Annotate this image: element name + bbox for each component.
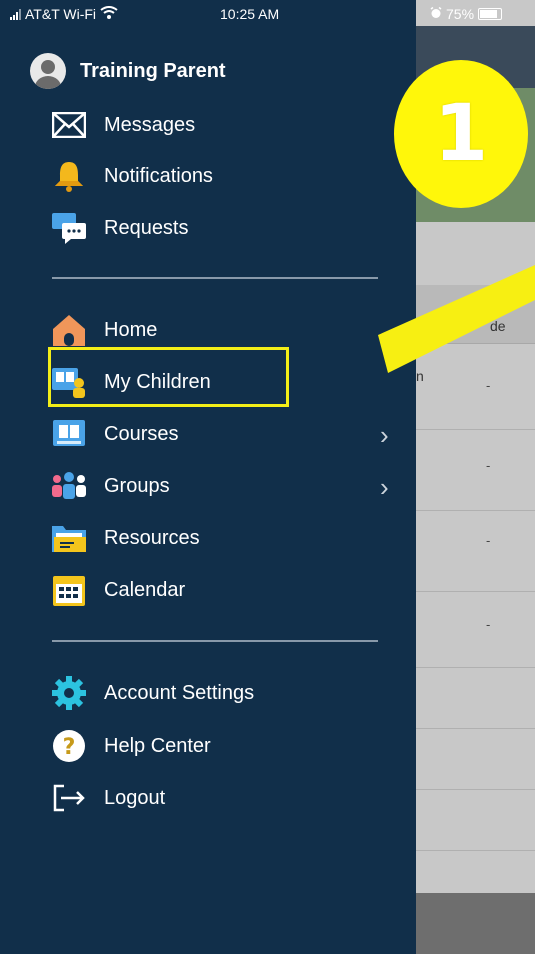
menu-item-label: Calendar <box>104 578 186 601</box>
menu-item-notifications[interactable]: Notifications <box>50 156 213 196</box>
logout-icon <box>50 782 88 814</box>
chevron-right-icon[interactable]: › <box>380 472 389 503</box>
chat-bubble-icon <box>50 212 88 244</box>
menu-item-label: Logout <box>104 786 166 809</box>
signal-icon <box>10 8 21 20</box>
menu-divider <box>52 277 378 279</box>
groups-icon <box>50 470 88 502</box>
table-row[interactable] <box>416 668 535 729</box>
menu-item-logout[interactable]: Logout <box>50 778 165 818</box>
chevron-right-icon[interactable]: › <box>380 420 389 451</box>
background-bottom-bar <box>416 893 535 954</box>
table-row[interactable] <box>416 790 535 851</box>
menu-item-label: Notifications <box>104 164 213 187</box>
table-cell: - <box>486 378 491 393</box>
menu-item-calendar[interactable]: Calendar <box>50 570 185 610</box>
menu-divider <box>52 640 378 642</box>
envelope-icon <box>50 109 88 141</box>
table-cell: - <box>486 533 491 548</box>
battery-icon <box>478 8 503 20</box>
navigation-drawer: Training Parent Messages Notifications R… <box>0 0 416 954</box>
menu-item-label: Requests <box>104 216 189 239</box>
profile-name: Training Parent <box>80 59 226 82</box>
avatar <box>30 53 66 89</box>
status-left: AT&T Wi-Fi <box>10 6 118 22</box>
bell-icon <box>50 160 88 192</box>
help-icon: ? <box>50 730 88 762</box>
table-row[interactable] <box>416 729 535 790</box>
gear-icon <box>50 676 88 710</box>
menu-item-groups[interactable]: Groups <box>50 466 170 506</box>
table-row[interactable] <box>416 343 535 430</box>
menu-item-label: Account Settings <box>104 681 255 704</box>
highlight-box <box>48 347 289 407</box>
menu-item-label: Messages <box>104 113 196 136</box>
profile-header[interactable]: Training Parent <box>30 53 226 89</box>
table-row[interactable] <box>416 430 535 511</box>
calendar-icon <box>50 574 88 606</box>
menu-item-messages[interactable]: Messages <box>50 105 195 145</box>
battery-percent: 75% <box>446 6 475 22</box>
background-column-header: de <box>490 318 506 334</box>
status-time: 10:25 AM <box>220 6 280 22</box>
menu-item-label: Home <box>104 318 158 341</box>
svg-text:?: ? <box>63 735 76 760</box>
table-cell: - <box>486 458 491 473</box>
menu-item-label: Help Center <box>104 734 211 757</box>
menu-item-help-center[interactable]: ? Help Center <box>50 726 211 766</box>
status-right: 75% <box>430 6 503 22</box>
menu-item-label: Resources <box>104 526 200 549</box>
table-cell: - <box>486 617 491 632</box>
step-number: 1 <box>433 89 489 179</box>
menu-item-requests[interactable]: Requests <box>50 208 189 248</box>
menu-item-label: Groups <box>104 474 170 497</box>
status-bar: AT&T Wi-Fi 10:25 AM 75% <box>0 0 535 28</box>
alarm-icon <box>430 6 442 22</box>
menu-item-resources[interactable]: Resources <box>50 518 200 558</box>
folder-icon <box>50 522 88 554</box>
home-icon <box>50 314 88 346</box>
table-row[interactable] <box>416 511 535 592</box>
background-table-header <box>416 285 535 344</box>
menu-item-home[interactable]: Home <box>50 310 157 350</box>
wifi-icon <box>100 6 118 22</box>
menu-item-label: Courses <box>104 422 179 445</box>
table-row[interactable] <box>416 592 535 668</box>
menu-item-courses[interactable]: Courses <box>50 414 178 454</box>
menu-item-account-settings[interactable]: Account Settings <box>50 673 254 713</box>
carrier-label: AT&T Wi-Fi <box>25 6 97 22</box>
courses-icon <box>50 418 88 450</box>
